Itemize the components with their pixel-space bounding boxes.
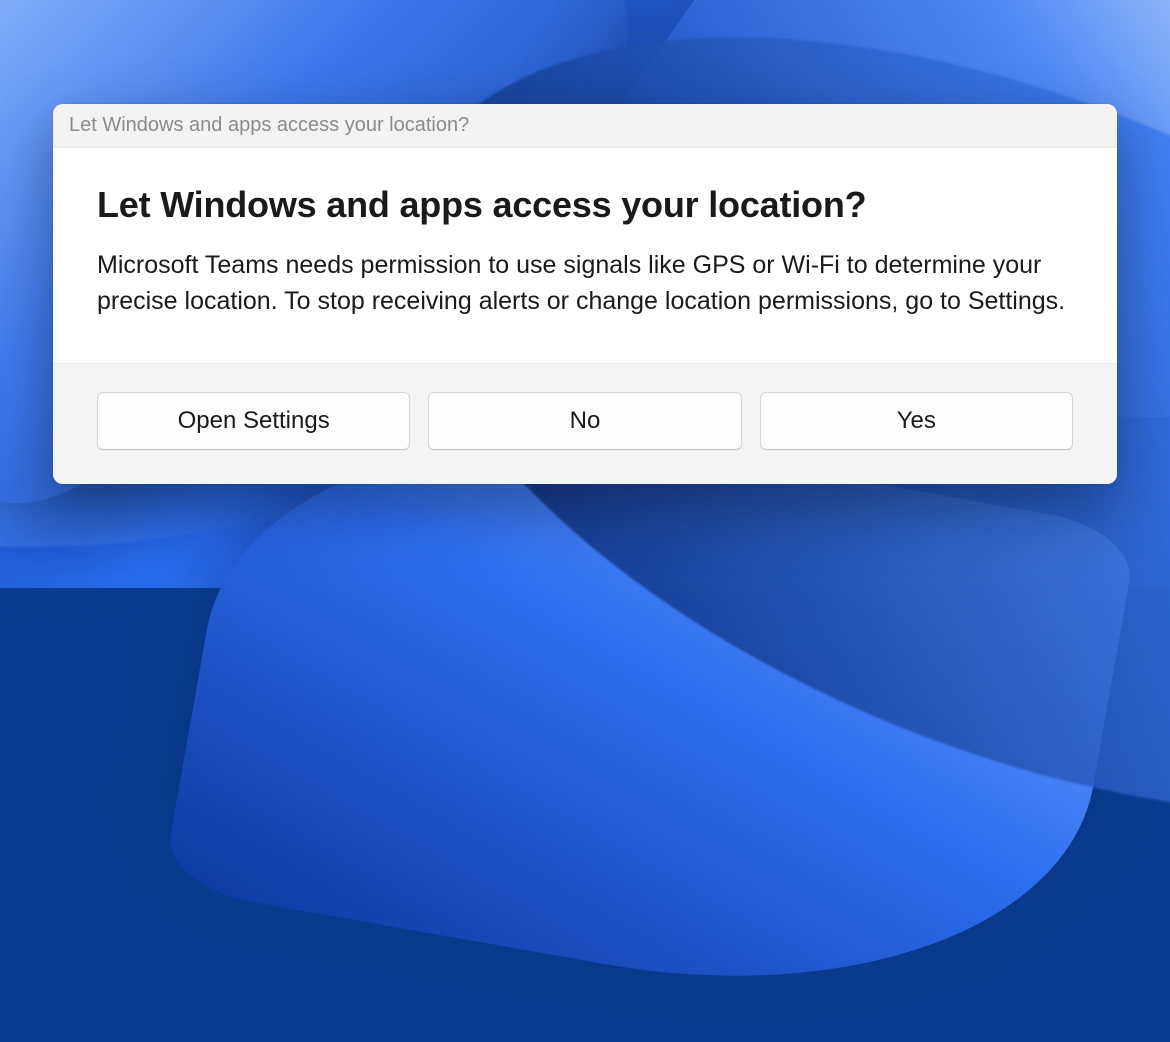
no-button[interactable]: No [428,392,741,450]
open-settings-button[interactable]: Open Settings [97,392,410,450]
dialog-titlebar[interactable]: Let Windows and apps access your locatio… [53,104,1117,148]
dialog-titlebar-text: Let Windows and apps access your locatio… [69,114,469,137]
dialog-content: Let Windows and apps access your locatio… [53,148,1117,363]
dialog-heading: Let Windows and apps access your locatio… [97,184,1073,226]
dialog-footer: Open Settings No Yes [53,363,1117,484]
yes-button[interactable]: Yes [760,392,1073,450]
dialog-body-text: Microsoft Teams needs permission to use … [97,248,1073,319]
location-permission-dialog: Let Windows and apps access your locatio… [53,104,1117,484]
